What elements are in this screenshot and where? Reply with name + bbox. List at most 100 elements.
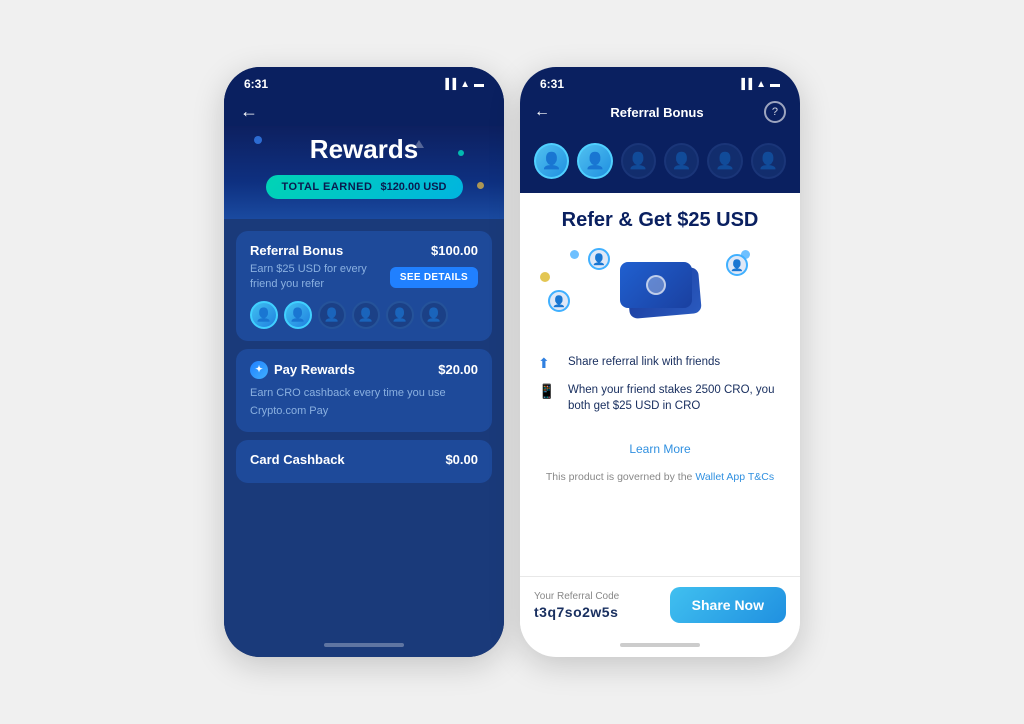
- share-now-button[interactable]: Share Now: [670, 587, 786, 623]
- left-home-indicator: [224, 633, 504, 657]
- referral-code-section: Your Referral Code t3q7so2w5s: [534, 591, 619, 620]
- deco-triangle: [414, 140, 424, 148]
- referral-steps: ⬆ Share referral link with friends 📱 Whe…: [520, 350, 800, 434]
- card-stack: [620, 262, 700, 316]
- ref-avatar-3: 👤: [621, 143, 656, 179]
- ref-person-3: 👤: [628, 151, 648, 171]
- pay-rewards-amount: $20.00: [438, 362, 478, 377]
- learn-more-section: Learn More: [520, 434, 800, 466]
- right-nav-title: Referral Bonus: [610, 105, 703, 120]
- referral-step-1: ⬆ Share referral link with friends: [538, 354, 782, 372]
- referral-title: Referral Bonus: [250, 243, 343, 258]
- left-home-bar: [324, 643, 404, 647]
- right-phone: 6:31 ▐▐ ▲ ▬ ← Referral Bonus ? 👤 👤: [520, 67, 800, 657]
- cashback-title: Card Cashback: [250, 452, 345, 467]
- right-top-nav: ← Referral Bonus ?: [520, 95, 800, 133]
- person-icon-2: 👤: [290, 307, 306, 323]
- avatar-6: 👤: [420, 301, 448, 329]
- rewards-hero: Rewards TOTAL EARNED $120.00 USD: [224, 126, 504, 219]
- ref-person-6: 👤: [758, 151, 778, 171]
- right-status-bar: 6:31 ▐▐ ▲ ▬: [520, 67, 800, 95]
- float-person-2: 👤: [548, 290, 570, 312]
- float-dot-1: [570, 250, 579, 259]
- referral-header: Referral Bonus $100.00: [250, 243, 478, 258]
- ref-person-1: 👤: [542, 151, 562, 171]
- total-earned-label: TOTAL EARNED: [282, 181, 373, 193]
- bottom-share-bar: Your Referral Code t3q7so2w5s Share Now: [520, 576, 800, 633]
- ref-avatar-5: 👤: [707, 143, 742, 179]
- rewards-title: Rewards: [240, 134, 488, 165]
- pay-rewards-card: ✦ Pay Rewards $20.00 Earn CRO cashback e…: [236, 349, 492, 432]
- ref-avatar-2: 👤: [577, 143, 612, 179]
- card-cashback-card: Card Cashback $0.00: [236, 440, 492, 483]
- battery-icon: ▬: [474, 79, 484, 90]
- deco-dot-3: [477, 182, 484, 189]
- app-container: 6:31 ▐▐ ▲ ▬ ← Rewards TOTAL EARNED $120.…: [224, 67, 800, 657]
- r-battery-icon: ▬: [770, 79, 780, 90]
- ref-person-5: 👤: [715, 151, 735, 171]
- left-time: 6:31: [244, 77, 268, 91]
- cashback-header: Card Cashback $0.00: [250, 452, 478, 467]
- right-back-button[interactable]: ←: [534, 103, 550, 121]
- ref-person-2: 👤: [585, 151, 605, 171]
- right-home-bar: [620, 643, 700, 647]
- avatar-4: 👤: [352, 301, 380, 329]
- person-icon-3: 👤: [324, 307, 340, 323]
- phone-icon: 📱: [538, 383, 558, 400]
- referral-code-value: t3q7so2w5s: [534, 604, 619, 620]
- pay-rewards-header: ✦ Pay Rewards $20.00: [250, 361, 478, 379]
- governance-link[interactable]: Wallet App T&Cs: [695, 471, 774, 483]
- left-top-nav: ←: [224, 95, 504, 126]
- float-dot-3: [540, 272, 550, 282]
- total-earned-value: $120.00 USD: [380, 181, 446, 193]
- right-time: 6:31: [540, 77, 564, 91]
- share-icon: ⬆: [538, 355, 558, 372]
- ref-avatar-4: 👤: [664, 143, 699, 179]
- left-status-bar: 6:31 ▐▐ ▲ ▬: [224, 67, 504, 95]
- pay-rewards-desc: Earn CRO cashback every time you use Cry…: [250, 387, 446, 417]
- referral-bonus-card: Referral Bonus $100.00 Earn $25 USD for …: [236, 231, 492, 341]
- card-front: [620, 262, 692, 308]
- card-logo: [646, 275, 666, 295]
- see-details-button[interactable]: SEE DETAILS: [390, 267, 478, 288]
- r-signal-icon: ▐▐: [738, 79, 752, 90]
- refer-title: Refer & Get $25 USD: [536, 209, 784, 232]
- ref-avatar-1: 👤: [534, 143, 569, 179]
- learn-more-link[interactable]: Learn More: [629, 442, 690, 456]
- deco-dot-1: [254, 136, 262, 144]
- step-1-text: Share referral link with friends: [568, 354, 720, 370]
- left-status-icons: ▐▐ ▲ ▬: [442, 79, 484, 90]
- pay-rewards-icon: ✦: [250, 361, 268, 379]
- referral-code-label: Your Referral Code: [534, 591, 619, 602]
- r-wifi-icon: ▲: [756, 79, 766, 90]
- cashback-amount: $0.00: [445, 452, 478, 467]
- person-icon-6: 👤: [426, 307, 442, 323]
- right-scroll-content: Refer & Get $25 USD 👤 👤 👤: [520, 193, 800, 576]
- referral-step-2: 📱 When your friend stakes 2500 CRO, you …: [538, 382, 782, 414]
- ref-avatar-6: 👤: [751, 143, 786, 179]
- left-phone: 6:31 ▐▐ ▲ ▬ ← Rewards TOTAL EARNED $120.…: [224, 67, 504, 657]
- governance-text: This product is governed by the Wallet A…: [520, 466, 800, 495]
- person-icon-5: 👤: [392, 307, 408, 323]
- referral-illustration: 👤 👤 👤: [520, 240, 800, 350]
- avatar-5: 👤: [386, 301, 414, 329]
- deco-dot-2: [458, 150, 464, 156]
- step-2-text: When your friend stakes 2500 CRO, you bo…: [568, 382, 782, 414]
- person-icon-4: 👤: [358, 307, 374, 323]
- pay-rewards-title: ✦ Pay Rewards: [250, 361, 355, 379]
- referral-desc: Earn $25 USD for every friend you refer: [250, 262, 370, 293]
- right-status-icons: ▐▐ ▲ ▬: [738, 79, 780, 90]
- avatar-1: 👤: [250, 301, 278, 329]
- signal-icon: ▐▐: [442, 79, 456, 90]
- referral-avatars-left: 👤 👤 👤 👤 👤 👤: [250, 301, 478, 329]
- right-home-indicator: [520, 633, 800, 657]
- left-back-button[interactable]: ←: [240, 101, 258, 122]
- ref-person-4: 👤: [672, 151, 692, 171]
- wifi-icon: ▲: [460, 79, 470, 90]
- refer-title-section: Refer & Get $25 USD: [520, 193, 800, 240]
- float-person-3: 👤: [726, 254, 748, 276]
- float-person-1: 👤: [588, 248, 610, 270]
- help-button[interactable]: ?: [764, 101, 786, 123]
- referral-row: Earn $25 USD for every friend you refer …: [250, 262, 478, 293]
- rewards-content: Referral Bonus $100.00 Earn $25 USD for …: [224, 219, 504, 633]
